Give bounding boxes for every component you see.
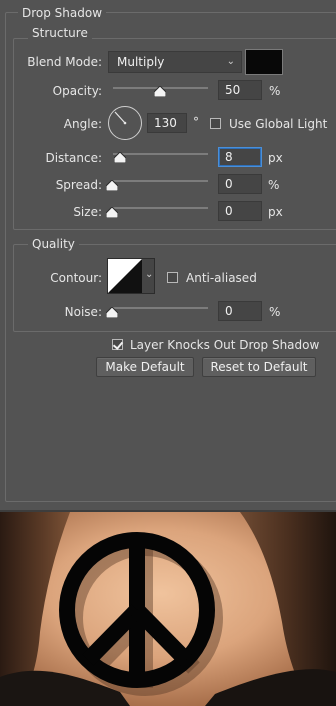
opacity-unit: % bbox=[269, 84, 281, 98]
opacity-input[interactable]: 50 bbox=[218, 80, 262, 100]
distance-input[interactable]: 8 bbox=[218, 147, 262, 167]
noise-unit: % bbox=[269, 305, 281, 319]
opacity-label: Opacity: bbox=[52, 84, 102, 98]
peace-symbol-icon bbox=[59, 532, 223, 696]
contour-picker[interactable]: ⌄ bbox=[107, 258, 155, 294]
size-slider-track[interactable] bbox=[113, 207, 208, 209]
drop-shadow-title: Drop Shadow bbox=[18, 6, 107, 20]
noise-slider-thumb[interactable] bbox=[106, 307, 118, 318]
blend-mode-select[interactable]: Multiply ⌄ bbox=[108, 51, 242, 73]
contour-linear-icon bbox=[108, 259, 142, 293]
make-default-button[interactable]: Make Default bbox=[96, 357, 194, 377]
noise-slider-track[interactable] bbox=[113, 307, 208, 309]
angle-unit: ° bbox=[193, 115, 199, 129]
chevron-down-icon: ⌄ bbox=[226, 56, 235, 67]
anti-aliased-checkbox[interactable] bbox=[167, 272, 178, 283]
quality-title: Quality bbox=[28, 237, 79, 251]
opacity-slider-thumb[interactable] bbox=[154, 86, 166, 97]
structure-title: Structure bbox=[28, 26, 92, 40]
spread-slider-thumb[interactable] bbox=[106, 180, 118, 191]
shadow-color-swatch[interactable] bbox=[245, 49, 283, 75]
anti-aliased-label[interactable]: Anti-aliased bbox=[186, 270, 257, 286]
distance-unit: px bbox=[268, 151, 283, 165]
size-slider-thumb[interactable] bbox=[106, 207, 118, 218]
use-global-light-label[interactable]: Use Global Light bbox=[229, 116, 327, 132]
layer-style-dialog: Drop Shadow Structure Blend Mode: Multip… bbox=[0, 0, 336, 512]
distance-slider-thumb[interactable] bbox=[114, 152, 126, 163]
angle-input[interactable]: 130 bbox=[147, 113, 187, 133]
spread-slider-track[interactable] bbox=[113, 180, 208, 182]
spread-label: Spread: bbox=[55, 178, 102, 192]
contour-label: Contour: bbox=[50, 271, 102, 285]
chevron-down-icon: ⌄ bbox=[145, 269, 154, 280]
reset-to-default-button[interactable]: Reset to Default bbox=[202, 357, 316, 377]
size-label: Size: bbox=[73, 205, 102, 219]
angle-label: Angle: bbox=[63, 117, 102, 131]
noise-label: Noise: bbox=[64, 305, 102, 319]
use-global-light-checkbox[interactable] bbox=[210, 118, 221, 129]
angle-needle-icon bbox=[114, 111, 127, 125]
blend-mode-label: Blend Mode: bbox=[27, 55, 102, 69]
angle-dial[interactable] bbox=[108, 106, 142, 140]
noise-input[interactable]: 0 bbox=[218, 301, 262, 321]
spread-input[interactable]: 0 bbox=[218, 174, 262, 194]
canvas-preview bbox=[0, 512, 336, 706]
distance-slider-track[interactable] bbox=[113, 153, 208, 155]
spread-unit: % bbox=[268, 178, 280, 192]
layer-knocks-out-checkbox[interactable] bbox=[112, 339, 123, 350]
distance-label: Distance: bbox=[45, 151, 102, 165]
size-input[interactable]: 0 bbox=[218, 201, 262, 221]
size-unit: px bbox=[268, 205, 283, 219]
blend-mode-value: Multiply bbox=[117, 55, 165, 69]
layer-knocks-out-label[interactable]: Layer Knocks Out Drop Shadow bbox=[130, 337, 319, 353]
